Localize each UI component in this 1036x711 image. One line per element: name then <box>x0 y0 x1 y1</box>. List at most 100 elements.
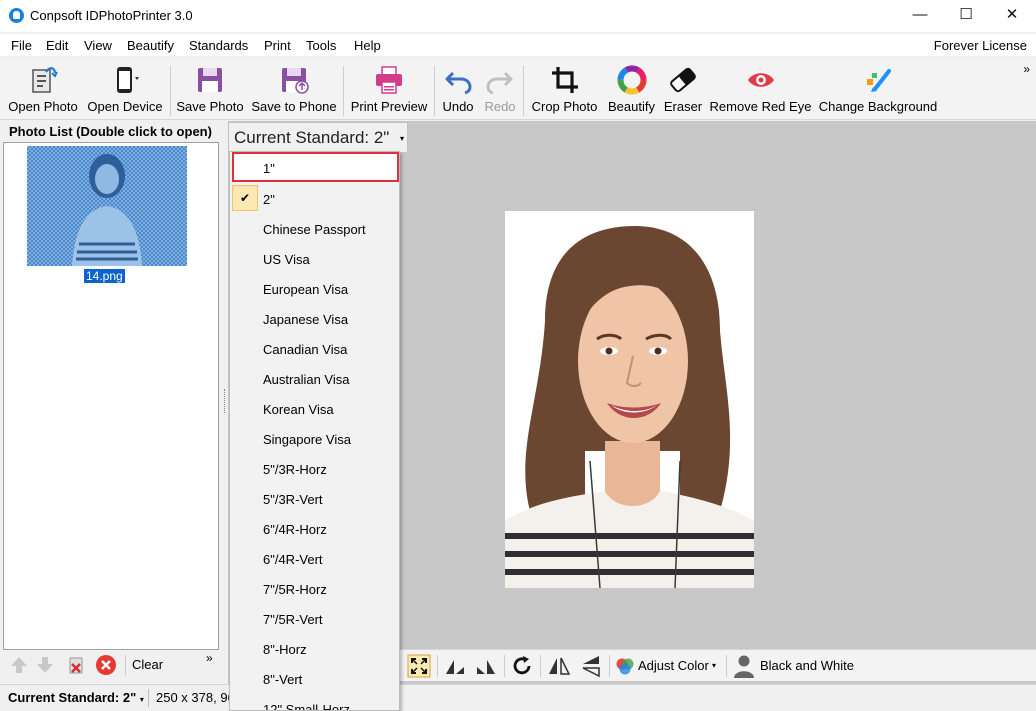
eraser-button[interactable]: Eraser <box>660 60 706 120</box>
clear-button[interactable]: Clear <box>132 657 163 672</box>
paint-brush-icon <box>867 69 891 92</box>
move-down-icon[interactable] <box>34 654 56 676</box>
adjust-color-button[interactable]: Adjust Color ▾ <box>615 650 721 682</box>
open-device-button[interactable]: Open Device <box>85 60 165 120</box>
status-standard-label: Current Standard: 2" <box>8 690 137 705</box>
tools-separator <box>504 655 505 677</box>
save-to-phone-button[interactable]: Save to Phone <box>250 60 338 120</box>
standard-item-label: Japanese Visa <box>263 312 349 327</box>
standards-dropdown-menu: 1" ✔ 2" Chinese Passport US Visa Europea… <box>229 151 400 711</box>
standard-item-8in-vert[interactable]: 8"-Vert <box>230 663 399 693</box>
standard-item-7in-5r-vert[interactable]: 7"/5R-Vert <box>230 603 399 633</box>
remove-red-eye-label: Remove Red Eye <box>709 99 812 114</box>
standard-item-label: 5"/3R-Vert <box>263 492 323 507</box>
standard-item-european-visa[interactable]: European Visa <box>230 273 399 303</box>
menu-file[interactable]: File <box>11 38 32 53</box>
undo-button[interactable]: Undo <box>438 60 478 120</box>
close-button[interactable]: ✕ <box>989 0 1035 32</box>
app-window: Conpsoft IDPhotoPrinter 3.0 — ☐ ✕ File E… <box>0 0 1036 711</box>
phone-icon <box>117 67 139 93</box>
remove-red-eye-button[interactable]: Remove Red Eye <box>709 60 812 120</box>
standard-item-label: European Visa <box>263 282 349 297</box>
move-up-icon[interactable] <box>8 654 30 676</box>
crop-icon <box>551 67 578 93</box>
save-to-phone-icon <box>282 68 309 94</box>
portrait-image <box>505 211 754 588</box>
save-photo-label: Save Photo <box>176 99 244 114</box>
black-and-white-button[interactable]: Black and White <box>733 650 863 682</box>
menu-standards[interactable]: Standards <box>189 38 248 53</box>
menu-help[interactable]: Help <box>354 38 381 53</box>
flip-vertical-icon[interactable] <box>579 654 603 678</box>
redo-button[interactable]: Redo <box>480 60 520 120</box>
adjust-color-label: Adjust Color <box>638 658 709 673</box>
toolbar-separator <box>170 66 171 116</box>
eraser-label: Eraser <box>663 99 703 114</box>
standard-item-label: 7"/5R-Vert <box>263 612 323 627</box>
photo-thumbnail[interactable] <box>27 146 187 266</box>
current-standard-selector[interactable]: Current Standard: 2" ▾ <box>228 122 408 152</box>
menu-beautify[interactable]: Beautify <box>127 38 174 53</box>
fit-to-window-icon[interactable] <box>407 654 431 678</box>
standard-item-7in-5r-horz[interactable]: 7"/5R-Horz <box>230 573 399 603</box>
standard-item-label: 7"/5R-Horz <box>263 582 327 597</box>
photo-list-overflow-button[interactable]: » <box>206 651 213 665</box>
red-eye-icon <box>747 73 774 87</box>
standard-item-6in-4r-vert[interactable]: 6"/4R-Vert <box>230 543 399 573</box>
beautify-label: Beautify <box>608 99 655 114</box>
menu-tools[interactable]: Tools <box>306 38 336 53</box>
standard-item-korean-visa[interactable]: Korean Visa <box>230 393 399 423</box>
print-preview-button[interactable]: Print Preview <box>348 60 430 120</box>
standard-item-2-inch[interactable]: ✔ 2" <box>230 183 399 213</box>
crop-photo-label: Crop Photo <box>531 99 598 114</box>
standard-item-label: US Visa <box>263 252 310 267</box>
person-icon <box>734 655 754 678</box>
rotate-left-icon[interactable] <box>443 654 467 678</box>
standard-item-label: 8"-Vert <box>263 672 303 687</box>
standard-item-8in-horz[interactable]: 8"-Horz <box>230 633 399 663</box>
save-photo-button[interactable]: Save Photo <box>175 60 245 120</box>
change-background-button[interactable]: Change Background <box>816 60 940 120</box>
image-tools-bar: Adjust Color ▾ Black and White <box>400 649 1036 681</box>
chevron-down-icon: ▾ <box>139 695 144 704</box>
maximize-button[interactable]: ☐ <box>943 0 989 32</box>
photo-filename[interactable]: 14.png <box>84 269 125 283</box>
standard-item-australian-visa[interactable]: Australian Visa <box>230 363 399 393</box>
delete-photo-icon[interactable] <box>65 654 87 676</box>
standard-item-12in-small-horz[interactable]: 12" Small-Horz <box>230 693 399 710</box>
beautify-button[interactable]: Beautify <box>604 60 659 120</box>
thumbnail-image <box>27 146 187 266</box>
crop-photo-button[interactable]: Crop Photo <box>527 60 602 120</box>
standard-item-5in-3r-horz[interactable]: 5"/3R-Horz <box>230 453 399 483</box>
standard-item-label: Korean Visa <box>263 402 334 417</box>
photo-list-title: Photo List (Double click to open) <box>9 124 212 139</box>
menu-edit[interactable]: Edit <box>46 38 68 53</box>
rotate-icon[interactable] <box>510 654 534 678</box>
rotate-right-icon[interactable] <box>474 654 498 678</box>
id-photo-preview[interactable] <box>505 211 754 588</box>
minimize-button[interactable]: — <box>897 0 943 32</box>
status-standard-selector[interactable]: Current Standard: 2" ▾ <box>8 690 144 705</box>
standard-item-us-visa[interactable]: US Visa <box>230 243 399 273</box>
photo-list-panel: Photo List (Double click to open) 14.png… <box>0 121 222 684</box>
menu-bar: File Edit View Beautify Standards Print … <box>0 34 1036 56</box>
standard-item-chinese-passport[interactable]: Chinese Passport <box>230 213 399 243</box>
standard-item-5in-3r-vert[interactable]: 5"/3R-Vert <box>230 483 399 513</box>
photo-list-controls: Clear » <box>3 651 219 679</box>
menu-item-highlight <box>232 152 399 182</box>
menu-print[interactable]: Print <box>264 38 291 53</box>
standard-item-1-inch[interactable]: 1" <box>230 152 399 182</box>
window-title: Conpsoft IDPhotoPrinter 3.0 <box>30 8 193 23</box>
photo-list[interactable]: 14.png <box>3 142 219 650</box>
standard-item-6in-4r-horz[interactable]: 6"/4R-Horz <box>230 513 399 543</box>
remove-icon[interactable] <box>95 654 117 676</box>
flip-horizontal-icon[interactable] <box>547 654 571 678</box>
tools-separator <box>540 655 541 677</box>
menu-view[interactable]: View <box>84 38 112 53</box>
open-photo-button[interactable]: Open Photo <box>4 60 82 120</box>
standard-item-japanese-visa[interactable]: Japanese Visa <box>230 303 399 333</box>
standard-item-singapore-visa[interactable]: Singapore Visa <box>230 423 399 453</box>
toolbar-overflow-button[interactable]: » <box>1023 62 1030 76</box>
change-background-label: Change Background <box>818 99 938 114</box>
standard-item-canadian-visa[interactable]: Canadian Visa <box>230 333 399 363</box>
